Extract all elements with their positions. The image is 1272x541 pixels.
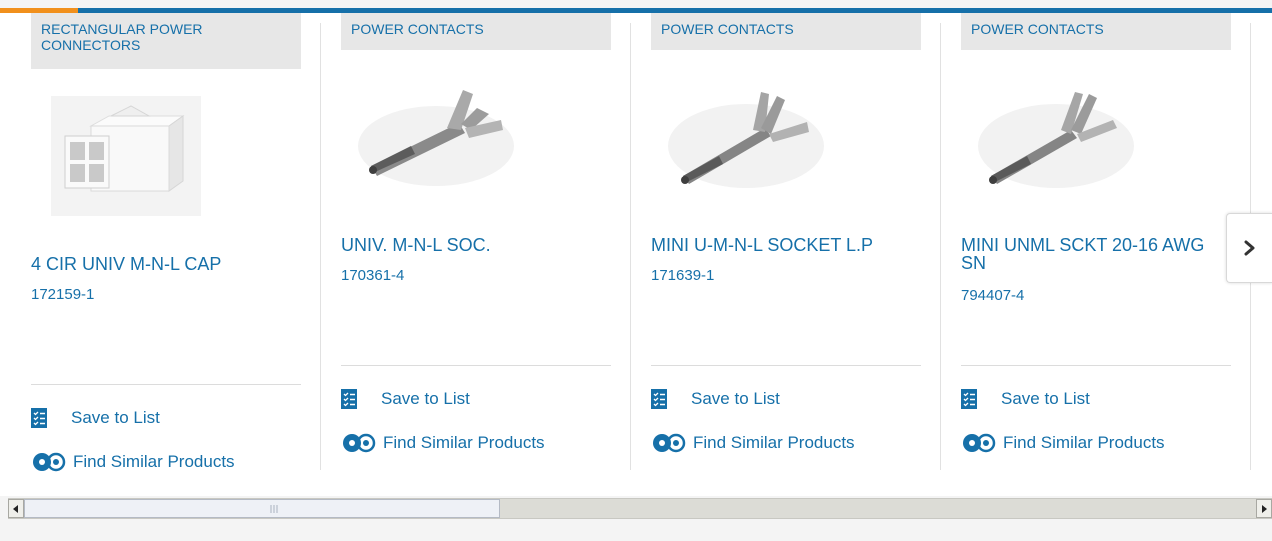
gears-icon bbox=[31, 450, 67, 474]
product-image[interactable] bbox=[351, 68, 521, 208]
product-category-label[interactable]: POWER CONTACTS bbox=[341, 13, 611, 50]
save-to-list-button[interactable]: Save to List bbox=[31, 406, 160, 430]
save-to-list-button[interactable]: Save to List bbox=[341, 387, 470, 411]
card-divider bbox=[31, 384, 301, 385]
column-divider bbox=[320, 23, 321, 470]
save-to-list-button[interactable]: Save to List bbox=[651, 387, 780, 411]
save-to-list-label: Save to List bbox=[71, 408, 160, 427]
save-to-list-label: Save to List bbox=[381, 389, 470, 408]
scroll-left-button[interactable] bbox=[8, 499, 24, 518]
card-divider bbox=[341, 365, 611, 366]
product-card: POWER CONTACTS MINI UNML SCKT 20-16 AWG … bbox=[961, 13, 1231, 470]
column-divider bbox=[940, 23, 941, 470]
product-title-link[interactable]: MINI UNML SCKT 20-16 AWG SN bbox=[961, 236, 1221, 272]
checklist-icon bbox=[961, 389, 977, 409]
column-divider bbox=[630, 23, 631, 470]
scrollbar-thumb[interactable] bbox=[24, 499, 500, 518]
product-image[interactable] bbox=[971, 68, 1141, 208]
product-part-number-link[interactable]: 170361-4 bbox=[341, 267, 404, 284]
product-title-link[interactable]: MINI U-M-N-L SOCKET L.P bbox=[651, 236, 911, 254]
find-similar-products-button[interactable]: Find Similar Products bbox=[341, 431, 545, 455]
scroll-right-button[interactable] bbox=[1256, 499, 1272, 518]
find-similar-products-button[interactable]: Find Similar Products bbox=[31, 450, 235, 474]
product-part-number-link[interactable]: 172159-1 bbox=[31, 286, 94, 303]
grip-icon bbox=[270, 505, 278, 513]
horizontal-scrollbar[interactable] bbox=[8, 498, 1272, 519]
arrow-left-icon bbox=[13, 504, 18, 513]
product-part-number-link[interactable]: 794407-4 bbox=[961, 287, 1024, 304]
find-similar-products-button[interactable]: Find Similar Products bbox=[961, 431, 1165, 455]
card-divider bbox=[651, 365, 921, 366]
checklist-icon bbox=[341, 389, 357, 409]
product-title-link[interactable]: 4 CIR UNIV M-N-L CAP bbox=[31, 255, 291, 273]
find-similar-label: Find Similar Products bbox=[383, 433, 545, 452]
product-part-number-link[interactable]: 171639-1 bbox=[651, 267, 714, 284]
checklist-icon bbox=[651, 389, 667, 409]
product-category-label[interactable]: POWER CONTACTS bbox=[651, 13, 921, 50]
product-title-link[interactable]: UNIV. M-N-L SOC. bbox=[341, 236, 601, 254]
find-similar-label: Find Similar Products bbox=[693, 433, 855, 452]
product-card: POWER CONTACTS MINI U-M-N-L SOCKET L.P 1… bbox=[651, 13, 921, 470]
carousel-next-button[interactable] bbox=[1226, 213, 1272, 283]
product-image[interactable] bbox=[661, 68, 831, 208]
arrow-right-icon bbox=[1262, 504, 1267, 513]
save-to-list-label: Save to List bbox=[1001, 389, 1090, 408]
product-carousel: RECTANGULAR POWER CONNECTORS 4 CIR UNIV … bbox=[0, 13, 1272, 496]
find-similar-label: Find Similar Products bbox=[1003, 433, 1165, 452]
find-similar-products-button[interactable]: Find Similar Products bbox=[651, 431, 855, 455]
product-image[interactable] bbox=[51, 96, 201, 216]
card-divider bbox=[961, 365, 1231, 366]
gears-icon bbox=[651, 431, 687, 455]
gears-icon bbox=[341, 431, 377, 455]
chevron-right-icon bbox=[1244, 240, 1255, 256]
save-to-list-button[interactable]: Save to List bbox=[961, 387, 1090, 411]
checklist-icon bbox=[31, 408, 47, 428]
product-category-label[interactable]: POWER CONTACTS bbox=[961, 13, 1231, 50]
product-card: POWER CONTACTS UNIV. M-N-L SOC. 170361-4… bbox=[341, 13, 611, 470]
product-card: RECTANGULAR POWER CONNECTORS 4 CIR UNIV … bbox=[31, 13, 301, 472]
product-category-label[interactable]: RECTANGULAR POWER CONNECTORS bbox=[31, 13, 301, 69]
save-to-list-label: Save to List bbox=[691, 389, 780, 408]
gears-icon bbox=[961, 431, 997, 455]
find-similar-label: Find Similar Products bbox=[73, 452, 235, 471]
